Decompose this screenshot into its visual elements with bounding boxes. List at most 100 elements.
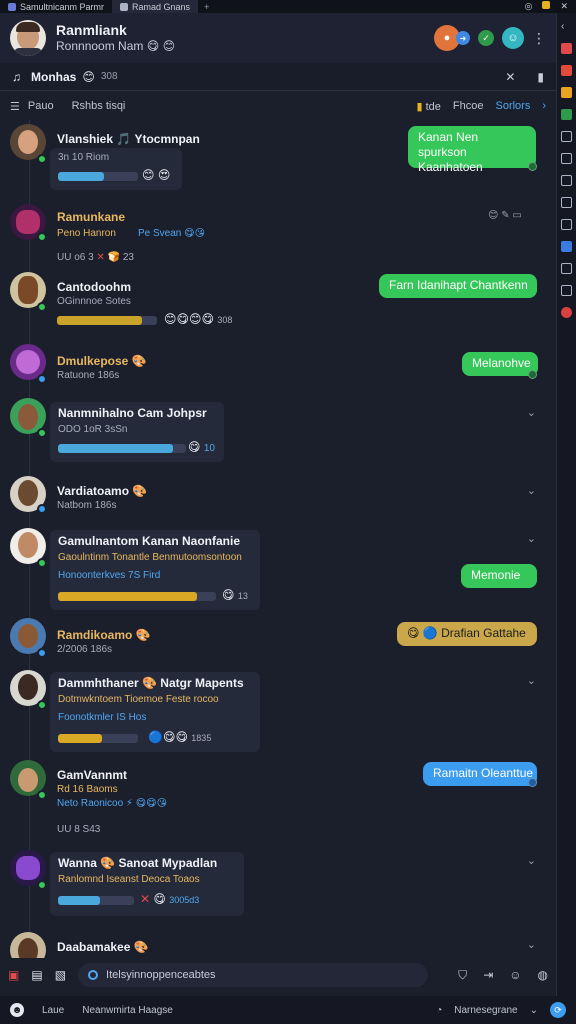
reactions[interactable]: ✕ 😋 3005d3 xyxy=(140,892,199,906)
filter-right-2[interactable]: Fhcoe xyxy=(453,100,484,112)
status-left-2[interactable]: Neanwmirta Haagse xyxy=(82,1005,173,1016)
headphones-icon[interactable]: ♫ xyxy=(12,70,21,84)
badge-icon[interactable] xyxy=(542,1,551,9)
gift-icon[interactable]: ▣ xyxy=(8,968,19,982)
call-icon[interactable]: ☺ xyxy=(502,27,524,49)
sender-name: Ramdikoamo xyxy=(57,628,133,642)
status-indicator xyxy=(37,232,47,242)
sync-icon[interactable]: ⟳ xyxy=(550,1002,566,1018)
filter-right-1[interactable]: ▮ tde xyxy=(416,100,440,113)
collapse-icon[interactable]: ‹ xyxy=(561,21,572,32)
message-card[interactable]: Dammhthaner 🎨 Natgr Mapents Dotmwkntoem … xyxy=(50,672,260,752)
image-icon[interactable]: ▧ xyxy=(55,968,66,982)
reply-bubble[interactable]: 😋 🔵 Drafian Gattahe xyxy=(397,622,537,646)
share-icon[interactable]: ➜ xyxy=(456,31,470,45)
reactions[interactable]: 😋 13 xyxy=(222,588,248,602)
reply-bubble[interactable]: Melanohve xyxy=(462,352,538,376)
reply-bubble[interactable]: Kanan Nen spurkson Kaanhatoen xyxy=(408,126,536,174)
message-subtitle-2: Neto Raonicoo ⚡ 😋😋😘 xyxy=(57,798,168,809)
app-icon xyxy=(8,2,16,11)
new-tab-button[interactable]: + xyxy=(198,2,215,12)
close-window-icon[interactable]: ✕ xyxy=(560,1,568,12)
reply-bubble[interactable]: Farn Idanihapt Chantkenn xyxy=(379,274,537,298)
filter-left-1[interactable]: Pauo xyxy=(28,100,54,112)
status-left-1[interactable]: Laue xyxy=(42,1005,64,1016)
message-subtitle: Gaoulntinm Tonantle Benmutoomsontoon xyxy=(58,552,242,563)
bookmark-icon[interactable]: ▮ xyxy=(537,70,544,84)
progress-track xyxy=(58,896,134,905)
clock-icon[interactable]: ◔ xyxy=(436,1005,442,1016)
message-card[interactable]: 3n 10 Riom 😊 😍 xyxy=(50,148,182,190)
leaf-icon[interactable]: ✓ xyxy=(478,30,494,46)
target-icon[interactable]: ◎ xyxy=(525,1,533,12)
tab-label: Ramad Gnans xyxy=(132,1,191,12)
chevron-right-icon[interactable]: › xyxy=(542,100,546,112)
sender-name: Cantodoohm xyxy=(57,280,131,294)
avatar[interactable] xyxy=(10,932,46,958)
filter-bar: ☰ Pauo Rshbs tisqi ▮ tde Fhcoe Sorlors › xyxy=(0,92,556,120)
reply-bubble[interactable]: Ramaitn Oleanttue xyxy=(423,762,537,786)
app-icon[interactable] xyxy=(561,175,572,186)
chevron-down-icon[interactable]: ⌄ xyxy=(527,406,536,419)
reactions[interactable]: 😊 ✎ ▭ xyxy=(488,210,522,221)
app-icon[interactable] xyxy=(561,131,572,142)
reactions[interactable]: 😋 10 xyxy=(188,440,215,454)
progress-fill xyxy=(58,734,102,743)
tab-name[interactable]: Monhas xyxy=(31,70,76,84)
chevron-down-icon[interactable]: ⌄ xyxy=(527,532,536,545)
app-icon[interactable] xyxy=(561,153,572,164)
message-input[interactable]: Itelsyinnoppenceabtes xyxy=(78,963,429,987)
filter-right-3[interactable]: Sorlors xyxy=(495,100,530,112)
message-meta: UU o6 3 ✕ 🍞 23 xyxy=(57,252,134,263)
chevron-down-icon[interactable]: ⌄ xyxy=(527,938,536,951)
app-icon[interactable] xyxy=(561,219,572,230)
message-card[interactable]: Nanmnihalno Cam Johpsr ODO 1oR 3sSn 😋 10 xyxy=(50,402,224,462)
app-icon[interactable] xyxy=(561,87,572,98)
forward-icon[interactable]: ⇥ xyxy=(483,968,493,983)
channel-tab-row: ♫ Monhas 😊 308 ✕ ▮ xyxy=(0,63,556,91)
app-icon[interactable] xyxy=(561,285,572,296)
more-options-icon[interactable]: ⋮ xyxy=(532,30,546,47)
chevron-down-icon[interactable]: ⌄ xyxy=(527,484,536,497)
status-indicator xyxy=(37,648,47,658)
app-icon[interactable] xyxy=(561,109,572,120)
message-card[interactable]: Gamulnantom Kanan Naonfanie Gaoulntinm T… xyxy=(50,530,260,610)
reactions[interactable]: 😊 😍 xyxy=(142,168,170,182)
tab-1[interactable]: Samultnicanm Parmr xyxy=(0,0,112,13)
app-icon[interactable] xyxy=(561,263,572,274)
app-icon[interactable] xyxy=(561,307,572,318)
menu-icon[interactable]: ☰ xyxy=(10,100,20,113)
reply-bubble[interactable]: Memonie xyxy=(461,564,537,588)
reactions[interactable]: 🔵😋😋 1835 xyxy=(148,730,211,744)
message-feed[interactable]: Vlanshiek 🎵 Ytocmnpan 3n 10 Riom 😊 😍 Kan… xyxy=(0,120,548,958)
chevron-down-icon[interactable]: ⌄ xyxy=(527,854,536,867)
app-icon[interactable] xyxy=(561,65,572,76)
app-icon[interactable] xyxy=(561,197,572,208)
message-subtitle: ODO 1oR 3sSn xyxy=(58,424,128,435)
chevron-down-icon[interactable]: ⌄ xyxy=(527,674,536,687)
sender-name: Dammhthaner xyxy=(58,676,139,690)
emoji-picker-icon[interactable]: ☺ xyxy=(509,968,521,983)
mic-icon[interactable]: ◍ xyxy=(538,968,548,983)
message-subtitle: 2/2006 186s xyxy=(57,644,113,655)
user-avatar-icon[interactable]: ☻ xyxy=(10,1003,24,1017)
avatar[interactable] xyxy=(10,20,46,56)
tab-2[interactable]: Ramad Gnans xyxy=(112,0,199,13)
message-subtitle-2: Honoonterkves 7S Fird xyxy=(58,570,161,581)
progress-track xyxy=(58,172,138,181)
message-card[interactable]: Wanna 🎨 Sanoat Mypadlan Ranlomnd Iseanst… xyxy=(50,852,244,916)
status-right[interactable]: Narnesegrane xyxy=(454,1005,517,1016)
filter-left-2[interactable]: Rshbs tisqi xyxy=(72,100,126,112)
status-indicator xyxy=(37,428,47,438)
app-icon[interactable] xyxy=(561,241,572,252)
app-icon[interactable] xyxy=(561,43,572,54)
chevron-down-icon[interactable]: ⌄ xyxy=(530,1005,538,1016)
message-subtitle: Dotmwkntoem Tioemoe Feste rocoo xyxy=(58,694,219,705)
reactions[interactable]: 😊😋😊😋 308 xyxy=(164,312,232,326)
shield-icon[interactable]: ⛉ xyxy=(458,968,467,983)
sender-name-2: Sanoat Mypadlan xyxy=(118,856,218,870)
input-ring-icon xyxy=(88,970,99,980)
status-indicator xyxy=(37,154,47,164)
close-icon[interactable]: ✕ xyxy=(505,70,515,84)
attachment-icon[interactable]: ▤ xyxy=(31,968,42,982)
